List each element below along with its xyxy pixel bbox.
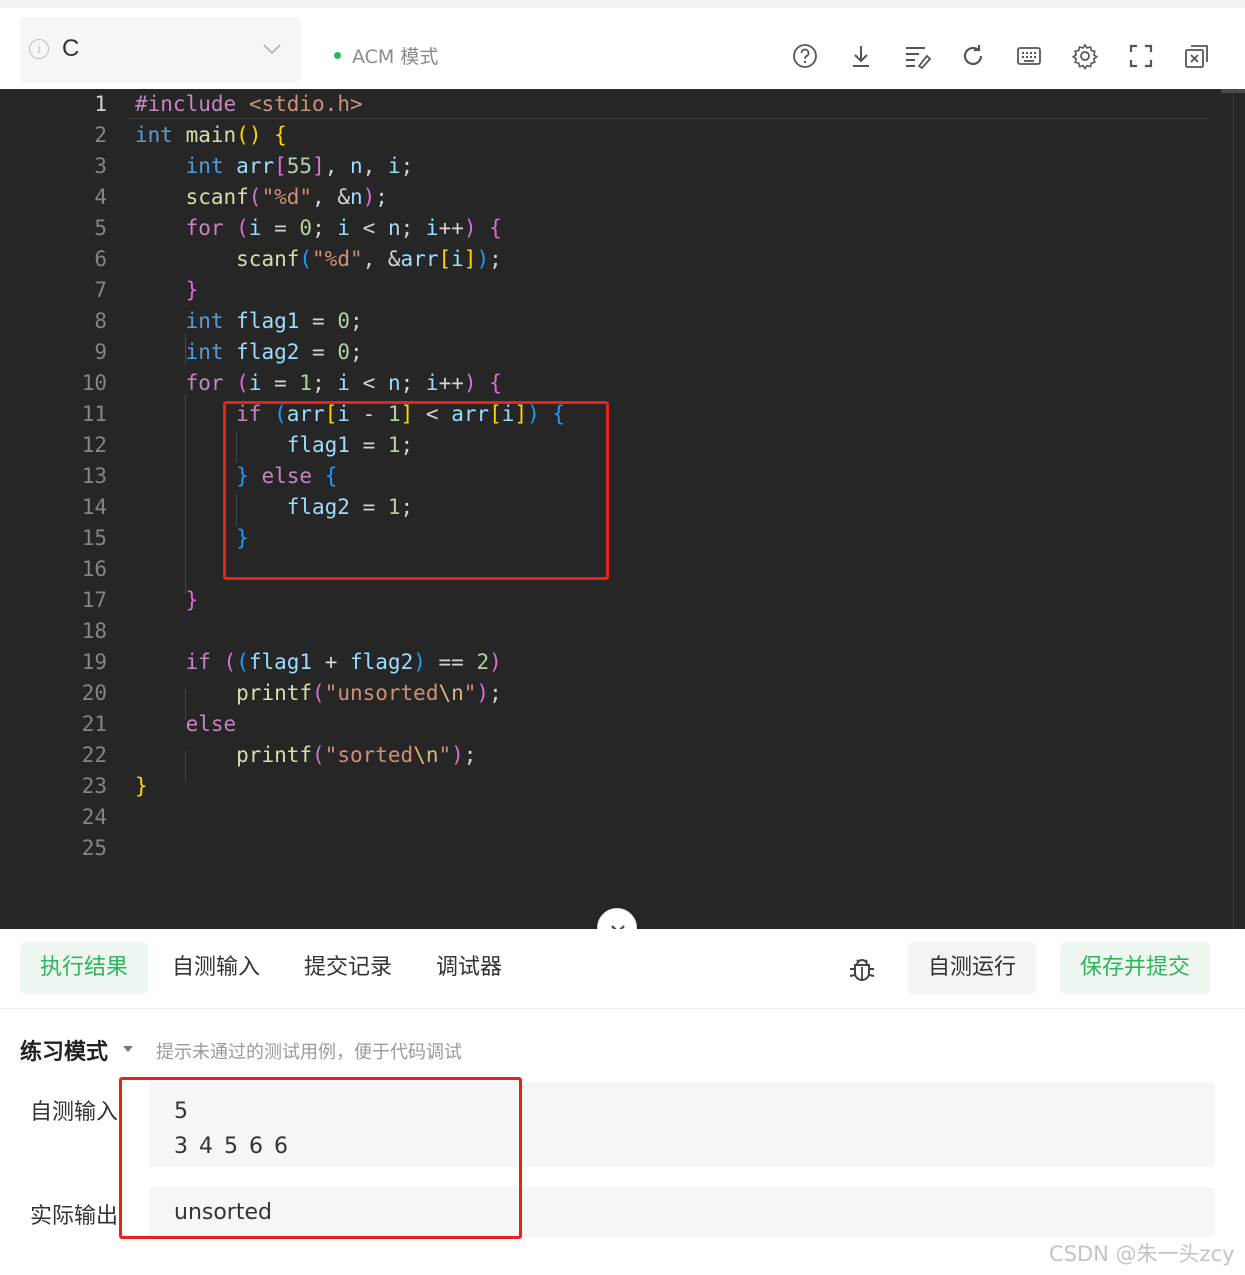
chevron-down-icon xyxy=(263,44,281,55)
line-number: 13 xyxy=(81,464,107,488)
editor-toolbar: i C ACM 模式 xyxy=(0,0,1245,89)
save-submit-button[interactable]: 保存并提交 xyxy=(1060,942,1211,994)
tab-debugger[interactable]: 调试器 xyxy=(416,942,522,994)
line-number: 21 xyxy=(81,712,107,736)
code-line: } xyxy=(185,588,199,612)
line-number: 4 xyxy=(94,185,107,209)
code-line: printf("unsorted\n"); xyxy=(236,681,502,705)
line-number: 2 xyxy=(94,123,107,147)
code-line: int main() { xyxy=(135,123,287,147)
tab-result[interactable]: 执行结果 xyxy=(20,942,149,994)
reset-icon[interactable] xyxy=(959,42,987,70)
caret-down-icon[interactable] xyxy=(123,1046,133,1052)
line-number: 6 xyxy=(94,247,107,271)
mode-status-dot xyxy=(334,52,341,59)
line-number: 1 xyxy=(94,92,107,116)
line-number: 16 xyxy=(81,557,107,581)
code-highlight-annotation xyxy=(223,401,609,580)
result-panel-tabs: 执行结果 自测输入 提交记录 调试器 自测运行 保存并提交 xyxy=(0,929,1245,1009)
practice-hint: 提示未通过的测试用例，便于代码调试 xyxy=(156,1042,462,1063)
info-icon: i xyxy=(29,39,49,59)
close-panel-icon[interactable] xyxy=(1183,42,1211,70)
code-line: else xyxy=(185,712,237,736)
code-line: } xyxy=(135,774,148,798)
code-line: scanf("%d", &n); xyxy=(185,185,388,209)
code-line: for (i = 0; i < n; i++) { xyxy=(185,216,502,240)
code-line: if ((flag1 + flag2) == 2) xyxy=(185,650,502,674)
code-line: printf("sorted\n"); xyxy=(236,743,477,767)
code-line: } xyxy=(185,278,199,302)
editor-scrollbar[interactable] xyxy=(1233,89,1234,929)
line-number: 3 xyxy=(94,154,107,178)
line-number: 18 xyxy=(81,619,107,643)
editor-scroll-thumb[interactable] xyxy=(1221,89,1245,93)
code-line: scanf("%d", &arr[i]); xyxy=(236,247,502,271)
line-number: 15 xyxy=(81,526,107,550)
code-line: for (i = 1; i < n; i++) { xyxy=(185,371,502,395)
mode-label: ACM 模式 xyxy=(352,46,439,68)
help-icon[interactable] xyxy=(791,42,819,70)
bug-icon[interactable] xyxy=(846,953,878,985)
run-test-button[interactable]: 自测运行 xyxy=(908,942,1037,994)
tab-submissions[interactable]: 提交记录 xyxy=(284,942,412,994)
line-number: 7 xyxy=(94,278,107,302)
fullscreen-icon[interactable] xyxy=(1127,42,1155,70)
code-line: int flag1 = 0; xyxy=(185,309,363,333)
io-highlight-annotation xyxy=(119,1077,522,1239)
line-number: 23 xyxy=(81,774,107,798)
line-number: 19 xyxy=(81,650,107,674)
tab-custom-input[interactable]: 自测输入 xyxy=(152,942,280,994)
line-number: 9 xyxy=(94,340,107,364)
line-number: 11 xyxy=(81,402,107,426)
keyboard-icon[interactable] xyxy=(1015,42,1043,70)
line-number: 17 xyxy=(81,588,107,612)
actual-output-label: 实际输出 xyxy=(30,1204,119,1229)
format-icon[interactable] xyxy=(903,42,932,70)
language-select[interactable]: i C xyxy=(20,17,301,83)
code-editor[interactable]: 1 #include <stdio.h> 2 int main() { 3 int … xyxy=(0,89,1245,929)
line-number: 20 xyxy=(81,681,107,705)
code-line: int arr[55], n, i; xyxy=(185,154,414,178)
line-number: 10 xyxy=(81,371,107,395)
custom-input-label: 自测输入 xyxy=(30,1100,119,1125)
watermark: CSDN @朱一头zcy xyxy=(1049,1242,1235,1266)
line-number: 5 xyxy=(94,216,107,240)
line-number: 24 xyxy=(81,805,107,829)
code-line: #include <stdio.h> xyxy=(135,92,363,116)
settings-icon[interactable] xyxy=(1071,42,1099,71)
line-number: 12 xyxy=(81,433,107,457)
language-label: C xyxy=(62,35,80,62)
line-number: 14 xyxy=(81,495,107,519)
line-number: 8 xyxy=(94,309,107,333)
practice-mode-select[interactable]: 练习模式 xyxy=(20,1034,108,1066)
line-number: 22 xyxy=(81,743,107,767)
code-line: int flag2 = 0; xyxy=(185,340,363,364)
line-number: 25 xyxy=(81,836,107,860)
download-icon[interactable] xyxy=(847,42,875,70)
